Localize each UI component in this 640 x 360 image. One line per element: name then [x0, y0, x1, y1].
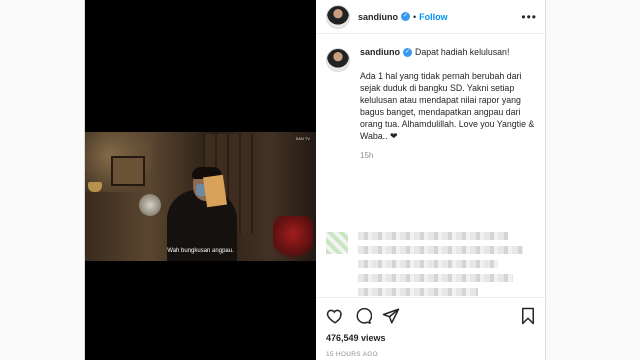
blurred-avatar [326, 232, 348, 254]
blurred-comments [326, 232, 526, 296]
post-header: sandiuno ✓ • Follow ••• [316, 0, 547, 34]
instagram-post: Wah bungkusan angpau. SAN TV sandiuno ✓ … [84, 0, 547, 360]
lamp [88, 182, 102, 192]
caption-text: sandiuno ✓ Dapat hadiah kelulusan! Ada 1… [360, 46, 537, 162]
post-timestamp[interactable]: 15 HOURS AGO [326, 351, 537, 358]
decorative-plate [139, 194, 161, 216]
caption-timestamp: 15h [360, 151, 374, 160]
separator-dot: • [413, 11, 417, 22]
caption: sandiuno ✓ Dapat hadiah kelulusan! Ada 1… [326, 46, 537, 162]
video-watermark: SAN TV [295, 136, 310, 141]
follow-button[interactable]: Follow [419, 12, 448, 22]
blurred-line [358, 288, 478, 296]
blurred-line [358, 232, 508, 240]
caption-username[interactable]: sandiuno [360, 46, 400, 58]
blurred-line [358, 246, 523, 254]
post-sidebar: sandiuno ✓ • Follow ••• sandiuno ✓ Dapat… [316, 0, 547, 360]
blurred-line [358, 260, 498, 268]
video-player[interactable]: Wah bungkusan angpau. SAN TV [85, 0, 316, 360]
verified-badge-icon: ✓ [401, 12, 410, 21]
bookmark-icon[interactable] [519, 307, 537, 325]
video-subtitle: Wah bungkusan angpau. [167, 248, 234, 254]
red-plant [273, 216, 313, 261]
comments-area[interactable]: sandiuno ✓ Dapat hadiah kelulusan! Ada 1… [316, 34, 547, 296]
username[interactable]: sandiuno [358, 12, 398, 22]
blurred-line [358, 274, 513, 282]
verified-badge-icon: ✓ [403, 47, 412, 57]
wall-picture [111, 156, 145, 186]
share-icon[interactable] [382, 307, 400, 325]
caption-first-line: Dapat hadiah kelulusan! [415, 47, 510, 57]
more-options-icon[interactable]: ••• [521, 10, 537, 24]
comment-icon[interactable] [354, 307, 372, 325]
caption-title-line: sandiuno ✓ Dapat hadiah kelulusan! [360, 46, 537, 58]
angpau-envelope [203, 174, 227, 208]
caption-avatar[interactable] [326, 48, 350, 72]
avatar[interactable] [326, 4, 350, 29]
post-actions: 476,549 views 15 HOURS AGO [316, 297, 547, 358]
action-icons [326, 306, 537, 326]
video-frame[interactable]: Wah bungkusan angpau. SAN TV [85, 132, 316, 261]
caption-body: Ada 1 hal yang tidak pernah berubah dari… [360, 71, 535, 141]
heart-icon[interactable] [326, 307, 344, 325]
view-count[interactable]: 476,549 views [326, 333, 537, 343]
